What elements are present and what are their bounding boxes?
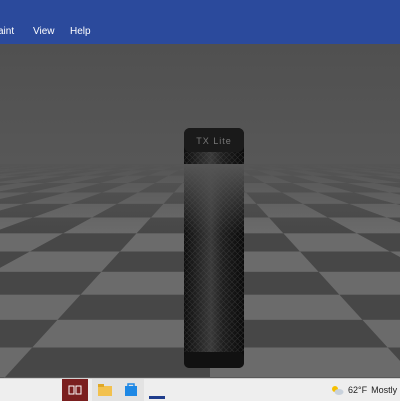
menu-view[interactable]: View: [33, 27, 55, 37]
weather-temperature: 62°F: [348, 385, 367, 395]
engraved-label: TX Lite: [196, 136, 232, 146]
weather-widget[interactable]: 62°F Mostly cl: [330, 379, 400, 401]
file-explorer-button[interactable]: [92, 379, 118, 401]
file-explorer-icon: [97, 383, 113, 397]
taskbar: 62°F Mostly cl: [0, 378, 400, 401]
menu-help[interactable]: Help: [70, 27, 91, 37]
app-button[interactable]: [144, 379, 170, 401]
weather-condition: Mostly cl: [371, 385, 400, 395]
task-view-icon: [68, 384, 82, 396]
floor-tile: [32, 320, 210, 348]
task-view-button[interactable]: [62, 379, 88, 401]
store-button[interactable]: [118, 379, 144, 401]
menu-bar: aint View Help: [0, 0, 400, 44]
menu-paint[interactable]: aint: [0, 27, 14, 37]
weather-partly-cloudy-icon: [330, 384, 344, 396]
horizon-fade: [0, 164, 400, 234]
cylinder-base: [184, 352, 244, 368]
floor-tile: [5, 347, 210, 377]
3d-viewport[interactable]: TX Lite: [0, 44, 400, 378]
store-icon: [123, 382, 139, 398]
app-icon: [149, 396, 165, 399]
